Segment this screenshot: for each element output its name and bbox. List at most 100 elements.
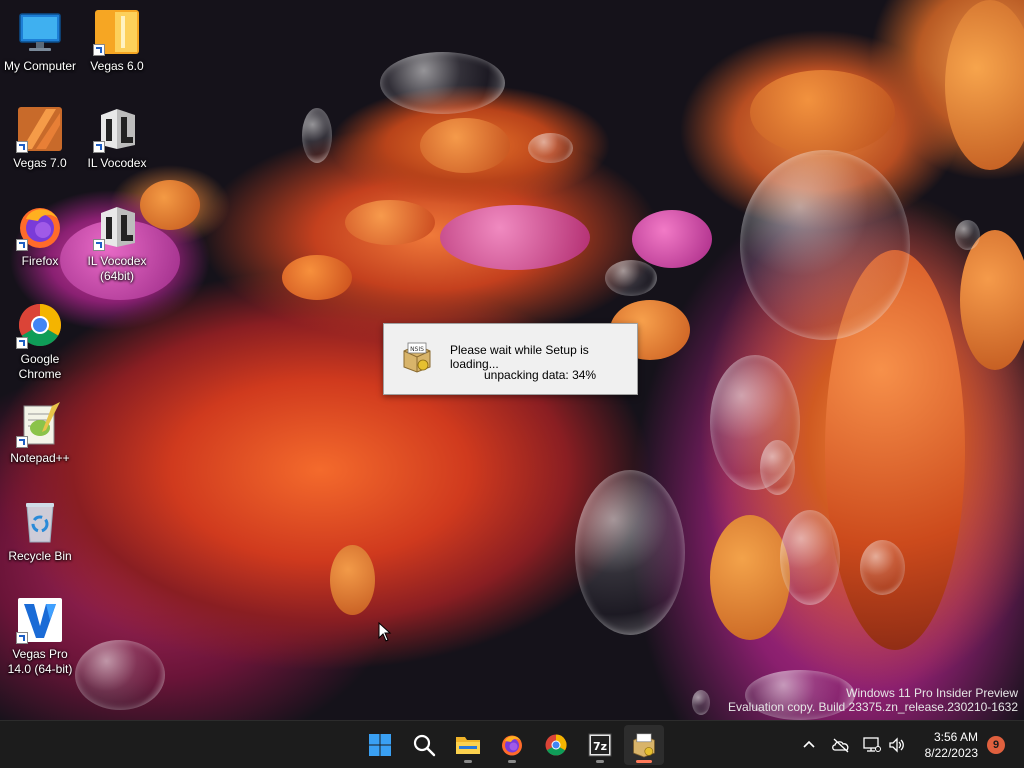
nsis-installer-icon — [633, 733, 655, 758]
shortcut-arrow-icon — [16, 632, 28, 644]
wallpaper-bubble — [528, 133, 573, 163]
firefox-icon — [16, 203, 64, 251]
wallpaper-blob — [710, 515, 790, 640]
desktop-icon-label: Vegas Pro 14.0 (64-bit) — [7, 647, 73, 676]
taskbar-clock[interactable]: 3:56 AM 8/22/2023 — [925, 729, 978, 761]
il-vocodex-icon — [93, 203, 141, 251]
desktop-icon-label: Notepad++ — [10, 451, 70, 465]
wallpaper-blob — [345, 200, 435, 245]
wallpaper-bubble — [760, 440, 795, 495]
shortcut-arrow-icon — [16, 436, 28, 448]
shortcut-arrow-icon — [93, 239, 105, 251]
volume-icon — [889, 737, 904, 753]
wallpaper-bubble — [955, 220, 980, 250]
windows-watermark: Windows 11 Pro Insider Preview Evaluatio… — [728, 686, 1018, 714]
running-indicator — [596, 760, 604, 763]
desktop-icon-label: IL Vocodex (64bit) — [87, 254, 147, 283]
taskbar: 7z 3:56 AM 8/22/2023 9 — [0, 720, 1024, 768]
desktop-icon-label: My Computer — [3, 59, 77, 73]
desktop-icon-vegas-6[interactable]: Vegas 6.0 — [77, 8, 157, 74]
dialog-progress-text: unpacking data: 34% — [484, 368, 597, 382]
taskbar-7zip[interactable]: 7z — [580, 725, 620, 765]
svg-text:NSIS: NSIS — [410, 346, 424, 353]
shortcut-arrow-icon — [16, 239, 28, 251]
clock-time: 3:56 AM — [933, 730, 978, 744]
wallpaper-bubble — [860, 540, 905, 595]
desktop[interactable]: My Computer Vegas 6.0 Vegas 7.0 IL Vocod… — [0, 0, 1024, 720]
desktop-icon-il-vocodex[interactable]: IL Vocodex — [77, 105, 157, 171]
shortcut-arrow-icon — [93, 44, 105, 56]
taskbar-start-button[interactable] — [360, 725, 400, 765]
network-icon — [863, 737, 881, 752]
taskbar-search-button[interactable] — [404, 725, 444, 765]
taskbar-firefox[interactable] — [492, 725, 532, 765]
wallpaper-blob — [945, 0, 1024, 170]
watermark-edition: Windows 11 Pro Insider Preview — [846, 686, 1018, 700]
wallpaper-bubble — [302, 108, 332, 163]
notification-badge[interactable]: 9 — [987, 736, 1005, 754]
wallpaper-bubble — [380, 52, 505, 114]
taskbar-setup[interactable] — [624, 725, 664, 765]
wallpaper-bubble — [575, 470, 685, 635]
wallpaper-blob — [282, 255, 352, 300]
desktop-icon-google-chrome[interactable]: Google Chrome — [0, 301, 80, 382]
wallpaper-blob — [330, 545, 375, 615]
desktop-icon-vegas-pro-14[interactable]: Vegas Pro 14.0 (64-bit) — [0, 596, 80, 677]
dialog-message: Please wait while Setup is loading... — [450, 343, 589, 371]
watermark-build: Evaluation copy. Build 23375.zn_release.… — [728, 700, 1018, 714]
volume-tray-button[interactable] — [887, 735, 907, 755]
vegas-icon — [93, 8, 141, 56]
setup-loading-dialog[interactable]: NSIS Please wait while Setup is loading.… — [383, 323, 638, 395]
folder-icon — [456, 737, 480, 754]
wallpaper-bubble — [605, 260, 657, 296]
monitor-icon — [16, 8, 64, 56]
desktop-icon-label: IL Vocodex — [87, 156, 147, 170]
shortcut-arrow-icon — [16, 141, 28, 153]
desktop-icon-notepad-plus-plus[interactable]: Notepad++ — [0, 400, 80, 466]
desktop-icon-label: Recycle Bin — [8, 549, 72, 563]
wallpaper-bubble — [740, 150, 910, 340]
nsis-installer-icon: NSIS — [402, 341, 432, 373]
show-hidden-icons-button[interactable] — [799, 735, 819, 755]
desktop-icon-label: Vegas 6.0 — [90, 59, 144, 73]
desktop-icon-il-vocodex-64[interactable]: IL Vocodex (64bit) — [77, 203, 157, 284]
desktop-icon-vegas-7[interactable]: Vegas 7.0 — [0, 105, 80, 171]
running-indicator — [508, 760, 516, 763]
desktop-icon-label: Vegas 7.0 — [13, 156, 67, 170]
wallpaper-blob — [750, 70, 895, 155]
desktop-icon-label: Firefox — [21, 254, 59, 268]
vegas-icon — [16, 105, 64, 153]
onedrive-tray-button[interactable] — [831, 735, 851, 755]
chrome-icon — [16, 301, 64, 349]
wallpaper-blob — [420, 118, 510, 173]
shortcut-arrow-icon — [16, 337, 28, 349]
shortcut-arrow-icon — [93, 141, 105, 153]
chevron-up-icon — [803, 740, 815, 748]
7zip-label: 7z — [593, 740, 607, 753]
wallpaper-bubble — [75, 640, 165, 710]
wallpaper-blob — [632, 210, 712, 268]
wallpaper-blob — [440, 205, 590, 270]
wallpaper-blob — [960, 230, 1024, 370]
desktop-icon-recycle-bin[interactable]: Recycle Bin — [0, 498, 80, 564]
wallpaper-bubble — [780, 510, 840, 605]
taskbar-file-explorer[interactable] — [448, 725, 488, 765]
vegas-pro-icon — [16, 596, 64, 644]
desktop-icon-my-computer[interactable]: My Computer — [0, 8, 80, 74]
active-indicator — [636, 760, 652, 763]
wallpaper-bubble — [692, 690, 710, 715]
notepad-plus-plus-icon — [16, 400, 64, 448]
il-vocodex-icon — [93, 105, 141, 153]
mouse-cursor-icon — [378, 621, 392, 647]
clock-date: 8/22/2023 — [924, 746, 978, 760]
running-indicator — [464, 760, 472, 763]
recycle-bin-icon — [16, 498, 64, 546]
desktop-icon-label: Google Chrome — [18, 352, 62, 381]
onedrive-icon — [832, 738, 849, 753]
network-tray-button[interactable] — [862, 735, 882, 755]
taskbar-chrome[interactable] — [536, 725, 576, 765]
windows-start-icon — [369, 734, 391, 756]
7zip-icon: 7z — [588, 733, 612, 757]
firefox-icon — [502, 735, 522, 756]
desktop-icon-firefox[interactable]: Firefox — [0, 203, 80, 269]
